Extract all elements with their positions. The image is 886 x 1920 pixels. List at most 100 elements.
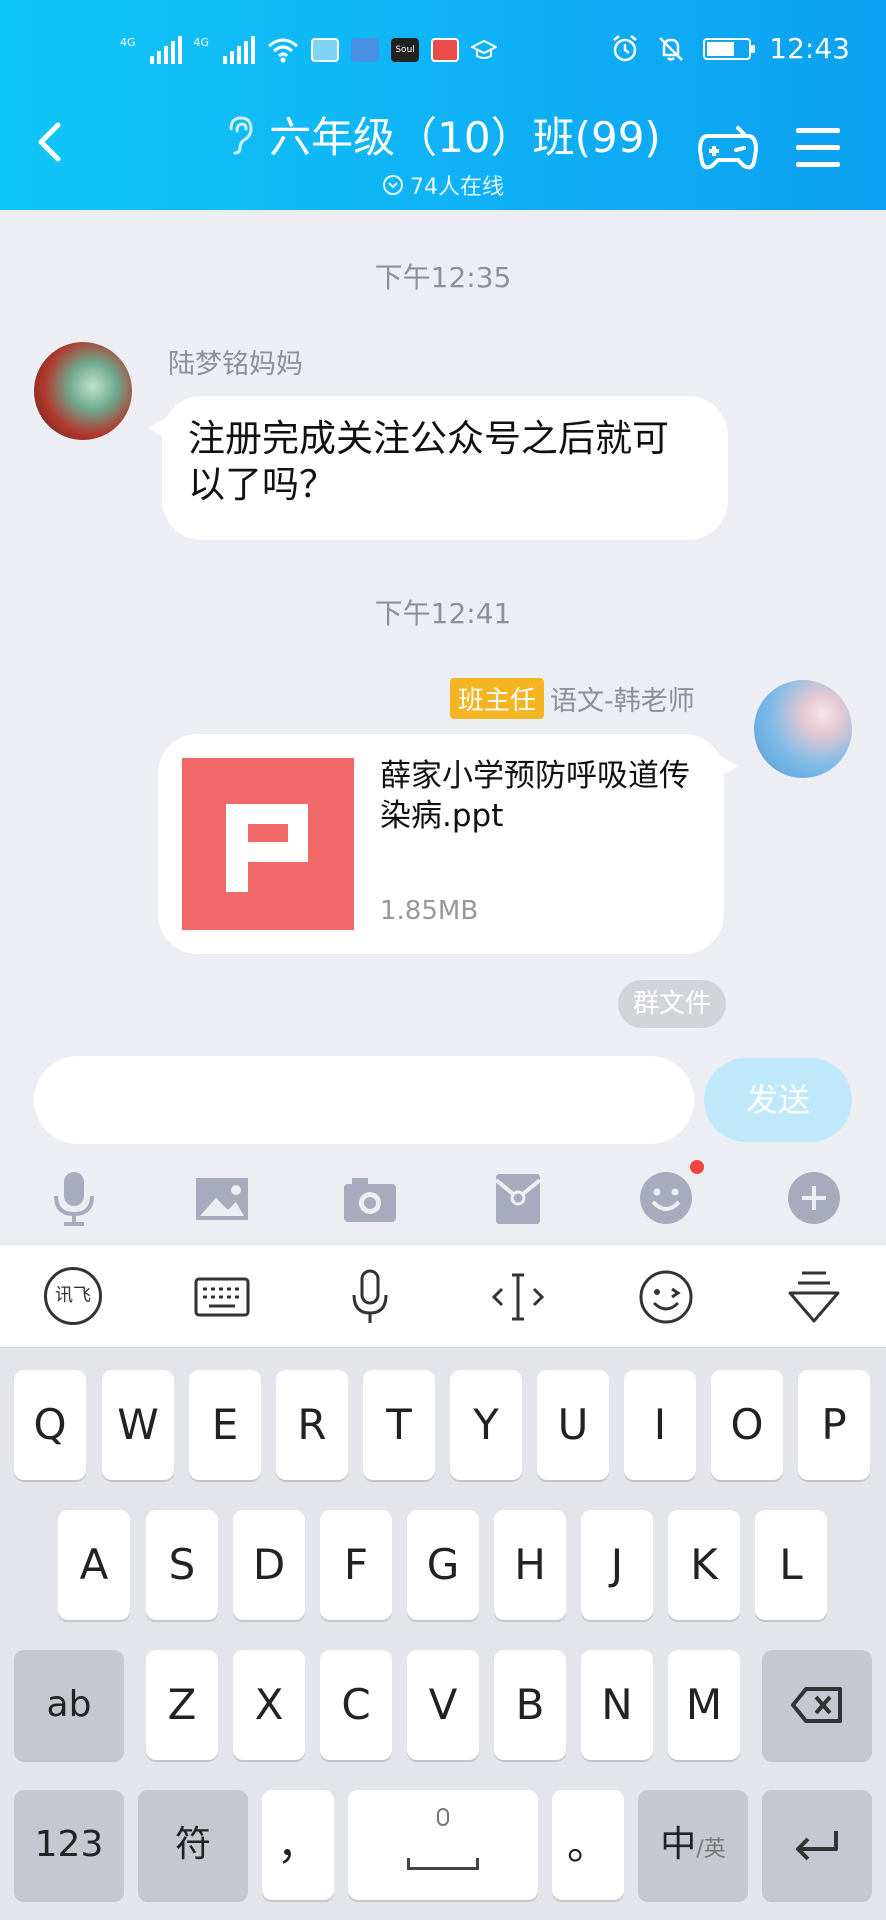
key-z[interactable]: Z — [146, 1650, 218, 1760]
message-input[interactable] — [34, 1056, 694, 1144]
emoji-icon — [640, 1172, 692, 1224]
status-bar: 4G 4G Soul 12:43 — [0, 30, 886, 80]
avatar[interactable] — [34, 342, 132, 440]
emoji-button[interactable] — [636, 1160, 704, 1228]
lang-sub: /英 — [696, 1837, 726, 1862]
keyboard-app-icon — [311, 38, 340, 62]
key-x[interactable]: X — [233, 1650, 305, 1760]
key-l[interactable]: L — [755, 1510, 827, 1620]
signal-icon — [149, 36, 182, 64]
cursor-move-icon[interactable] — [488, 1267, 548, 1327]
key-e[interactable]: E — [189, 1370, 261, 1480]
enter-icon — [796, 1831, 838, 1861]
key-v[interactable]: V — [407, 1650, 479, 1760]
chat-header: 4G 4G Soul 12:43 六年级（10）班(99) 74人在线 — [0, 0, 886, 210]
file-message-card[interactable]: 薛家小学预防呼吸道传染病.ppt 1.85MB — [158, 734, 738, 954]
online-chevron-icon — [383, 175, 403, 195]
mic-icon[interactable] — [44, 1168, 104, 1228]
sender-row[interactable]: 班主任 语文-韩老师 — [450, 678, 695, 719]
sender-name: 语文-韩老师 — [550, 686, 695, 717]
plus-icon[interactable] — [784, 1168, 844, 1228]
soul-app-icon: Soul — [391, 38, 420, 62]
space-mic-icon — [437, 1808, 449, 1826]
key-i[interactable]: I — [624, 1370, 696, 1480]
keyboard-icon[interactable] — [192, 1267, 252, 1327]
chat-title[interactable]: 六年级（10）班(99) — [225, 104, 661, 165]
ppt-letter-icon — [226, 804, 308, 892]
voice-input-icon[interactable] — [340, 1267, 400, 1327]
key-y[interactable]: Y — [450, 1370, 522, 1480]
image-icon[interactable] — [192, 1168, 252, 1228]
key-symbols[interactable]: 符 — [138, 1790, 248, 1900]
key-h[interactable]: H — [494, 1510, 566, 1620]
online-count: 74人在线 — [410, 175, 504, 200]
key-m[interactable]: M — [668, 1650, 740, 1760]
message-timestamp: 下午12:41 — [374, 597, 512, 630]
key-f[interactable]: F — [320, 1510, 392, 1620]
key-a[interactable]: A — [58, 1510, 130, 1620]
message-bubble[interactable]: 注册完成关注公众号之后就可以了吗？ — [148, 396, 728, 540]
sender-name[interactable]: 陆梦铭妈妈 — [168, 342, 303, 381]
alarm-icon — [613, 34, 638, 61]
key-k[interactable]: K — [668, 1510, 740, 1620]
space-key[interactable] — [348, 1790, 538, 1900]
keyboard: Q W E R T Y U I O P A S D F G H J K L ab… — [0, 1348, 886, 1920]
battery-icon — [703, 37, 756, 60]
camera-icon[interactable] — [340, 1168, 400, 1228]
network-label-1: 4G — [120, 36, 136, 49]
message-timestamp: 下午12:35 — [374, 261, 512, 294]
key-j[interactable]: J — [581, 1510, 653, 1620]
key-r[interactable]: R — [276, 1370, 348, 1480]
book-app-icon — [431, 38, 460, 62]
key-comma[interactable]: ， — [262, 1790, 334, 1900]
key-w[interactable]: W — [102, 1370, 174, 1480]
key-s[interactable]: S — [146, 1510, 218, 1620]
status-right: 12:43 — [611, 32, 850, 65]
key-u[interactable]: U — [537, 1370, 609, 1480]
key-b[interactable]: B — [494, 1650, 566, 1760]
cloud-app-icon — [351, 38, 380, 62]
message-text: 注册完成关注公众号之后就可以了吗？ — [188, 417, 669, 506]
key-c[interactable]: C — [320, 1650, 392, 1760]
avatar[interactable] — [754, 680, 852, 778]
menu-button[interactable] — [796, 128, 840, 168]
language-switch-key[interactable]: 中/英 — [638, 1790, 748, 1900]
space-bar-icon — [407, 1858, 479, 1870]
key-shift-ab[interactable]: ab — [14, 1650, 124, 1760]
key-n[interactable]: N — [581, 1650, 653, 1760]
chat-toolbar — [0, 1160, 886, 1240]
key-g[interactable]: G — [407, 1510, 479, 1620]
status-left: 4G 4G Soul — [120, 36, 498, 64]
signal-icon — [223, 36, 256, 64]
key-d[interactable]: D — [233, 1510, 305, 1620]
red-packet-icon[interactable] — [488, 1168, 548, 1228]
file-size: 1.85MB — [380, 896, 479, 926]
key-q[interactable]: Q — [14, 1370, 86, 1480]
role-badge: 班主任 — [450, 678, 545, 719]
chat-title-text: 六年级（10）班(99) — [269, 113, 661, 162]
ear-icon — [229, 115, 253, 154]
gamepad-icon[interactable] — [698, 124, 758, 172]
wifi-icon — [268, 38, 299, 63]
ppt-file-icon — [182, 758, 354, 930]
backspace-key[interactable] — [762, 1650, 872, 1760]
notification-dot — [690, 1160, 704, 1174]
emoticon-icon[interactable] — [636, 1267, 696, 1327]
send-button[interactable]: 发送 — [704, 1058, 852, 1142]
file-name: 薛家小学预防呼吸道传染病.ppt — [380, 758, 690, 834]
mute-icon — [659, 36, 684, 61]
key-period[interactable]: 。 — [552, 1790, 624, 1900]
key-o[interactable]: O — [711, 1370, 783, 1480]
key-p[interactable]: P — [798, 1370, 870, 1480]
online-status: 74人在线 — [0, 169, 886, 201]
lang-main: 中 — [660, 1824, 697, 1865]
hide-keyboard-icon[interactable] — [784, 1267, 844, 1327]
ime-toolbar: 讯飞 — [0, 1244, 886, 1348]
enter-key[interactable] — [762, 1790, 872, 1900]
network-label-2: 4G — [193, 36, 210, 49]
key-t[interactable]: T — [363, 1370, 435, 1480]
group-files-button[interactable]: 群文件 — [618, 980, 726, 1028]
status-time: 12:43 — [769, 32, 850, 65]
xunfei-logo-icon[interactable]: 讯飞 — [44, 1267, 102, 1325]
key-numbers[interactable]: 123 — [14, 1790, 124, 1900]
